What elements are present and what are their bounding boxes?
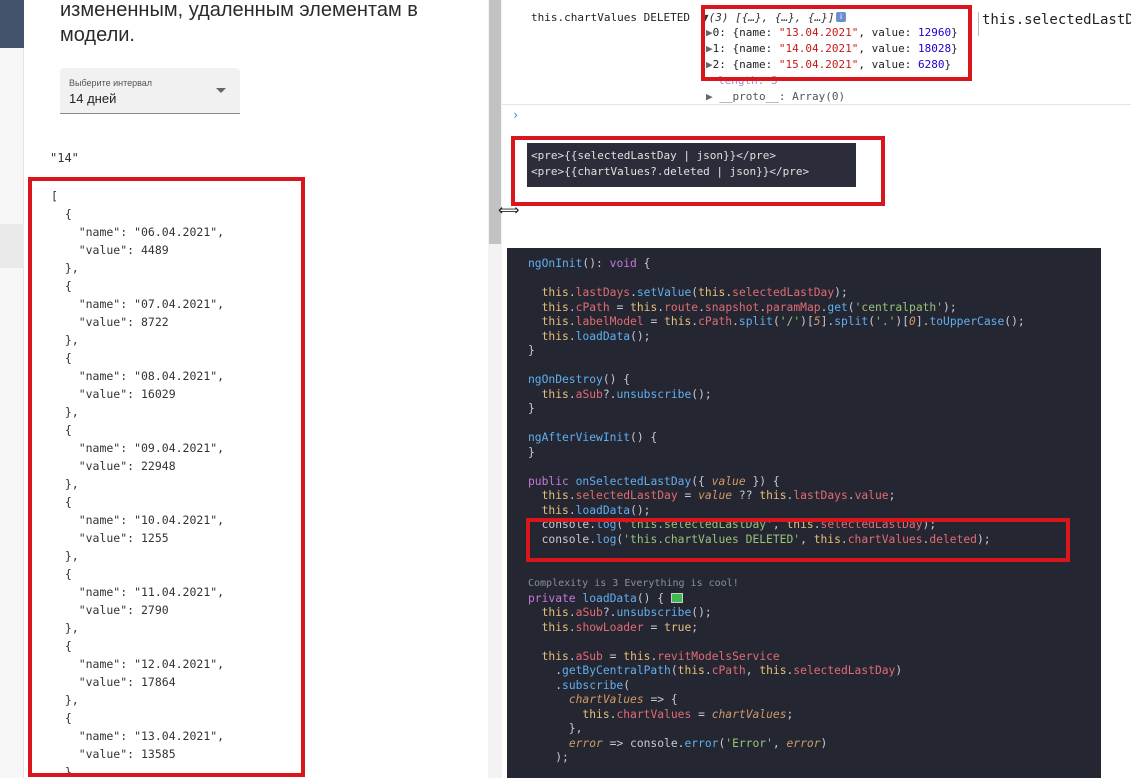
highlight-box-json-output: [ { "name": "06.04.2021", "value": 4489 … bbox=[28, 177, 305, 777]
expand-triangle-icon[interactable]: ▶ bbox=[706, 90, 719, 103]
complexity-hint: Complexity is 3 Everything is cool! bbox=[528, 578, 739, 589]
interval-select-value: 14 дней bbox=[69, 91, 117, 106]
page-heading: измененным, удаленным элементам в модели… bbox=[60, 0, 418, 46]
console-divider bbox=[502, 104, 1131, 105]
deleted-values-json-output: [ { "name": "06.04.2021", "value": 4489 … bbox=[51, 189, 225, 777]
interval-select[interactable]: Выберите интервал 14 дней bbox=[60, 68, 240, 114]
console-log-label: this.chartValues DELETED bbox=[531, 11, 690, 24]
component-source-code: ngOnInit(): void { this.lastDays.setValu… bbox=[528, 257, 1025, 764]
console-clipped-log: this.selectedLastDay 14 bbox=[978, 12, 1131, 36]
highlight-box-console-log bbox=[526, 518, 1070, 562]
selected-last-day-output: "14" bbox=[50, 151, 79, 165]
code-editor[interactable]: ngOnInit(): void { this.lastDays.setValu… bbox=[507, 248, 1101, 778]
color-swatch-icon bbox=[670, 592, 683, 603]
app-header-accent bbox=[0, 0, 24, 48]
interval-select-label: Выберите интервал bbox=[69, 78, 153, 88]
highlight-box-template bbox=[511, 136, 885, 206]
console-prompt-icon[interactable]: › bbox=[512, 108, 519, 122]
side-nav-strip bbox=[0, 48, 24, 778]
highlight-box-console bbox=[701, 5, 972, 81]
side-nav-active-item[interactable] bbox=[0, 224, 24, 268]
app-page: измененным, удаленным элементам в модели… bbox=[0, 0, 488, 778]
console-array-proto[interactable]: ▶ __proto__: Array(0) bbox=[706, 89, 845, 104]
chevron-down-icon[interactable] bbox=[216, 88, 226, 93]
